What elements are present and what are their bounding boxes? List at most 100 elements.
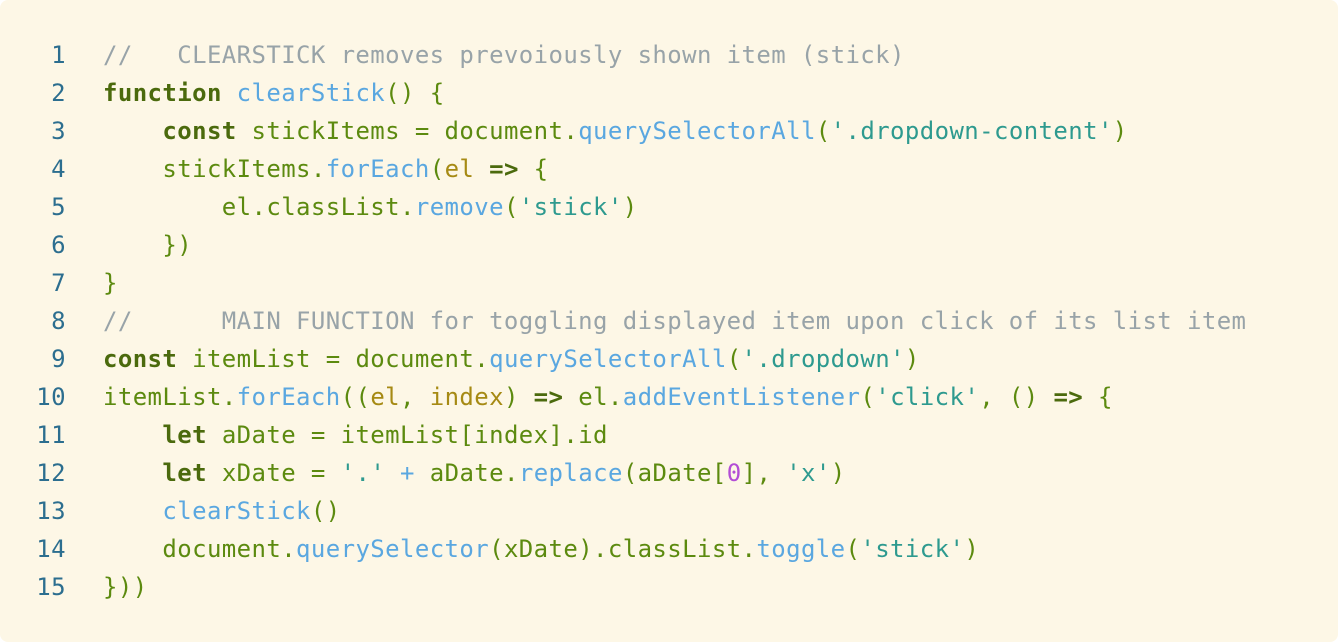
code-token: ) xyxy=(830,459,846,487)
code-token: document. xyxy=(103,535,297,563)
code-line: 2 function clearStick() { xyxy=(0,74,1338,112)
code-token: (xDate).classList. xyxy=(489,535,757,563)
code-token: let xyxy=(162,421,207,449)
code-text: const stickItems = document.querySelecto… xyxy=(103,112,1128,150)
code-line: 7} xyxy=(0,264,1338,302)
code-panel: 1 // CLEARSTICK removes prevoiously shown… xyxy=(0,0,1338,642)
code-token: '.dropdown-content' xyxy=(830,117,1113,145)
code-token: querySelectorAll xyxy=(489,345,727,373)
code-token: { xyxy=(1083,383,1113,411)
code-token: stickItems = document. xyxy=(236,117,579,145)
code-token: '.' xyxy=(340,459,386,487)
line-number: 2 xyxy=(51,79,66,107)
line-number: 13 xyxy=(36,497,66,525)
code-token: })) xyxy=(103,573,148,601)
code-token: el.classList. xyxy=(103,193,415,221)
code-token: => xyxy=(533,383,564,411)
code-token: 'stick' xyxy=(860,535,965,563)
code-text: let xDate = '.' + aDate.replace(aDate[0]… xyxy=(103,454,846,492)
code-line: 15})) xyxy=(0,568,1338,606)
code-token: itemList. xyxy=(103,383,237,411)
line-number: 14 xyxy=(36,535,66,563)
code-token: querySelector xyxy=(296,535,490,563)
code-text: // MAIN FUNCTION for toggling displayed … xyxy=(103,302,1246,340)
line-number: 1 xyxy=(51,41,66,69)
line-number: 3 xyxy=(51,117,66,145)
code-token: 'stick' xyxy=(518,193,623,221)
code-token: (( xyxy=(340,383,371,411)
code-token: forEach xyxy=(325,155,430,183)
code-token: xDate = xyxy=(206,459,341,487)
code-token: () { xyxy=(385,79,445,107)
code-token: // MAIN FUNCTION for toggling displayed … xyxy=(103,307,1247,335)
code-token: ) xyxy=(503,383,534,411)
code-token: index xyxy=(429,383,504,411)
line-number: 5 xyxy=(51,193,66,221)
code-token: toggle xyxy=(756,535,846,563)
line-number: 9 xyxy=(51,345,66,373)
code-token: // CLEARSTICK removes prevoiously shown … xyxy=(103,41,905,69)
code-line: 11 let aDate = itemList[index].id xyxy=(0,416,1338,454)
line-number: 11 xyxy=(36,421,66,449)
code-text: const itemList = document.querySelectorA… xyxy=(103,340,920,378)
line-number: 12 xyxy=(36,459,66,487)
code-token: stickItems. xyxy=(103,155,326,183)
code-line: 9 const itemList = document.querySelector… xyxy=(0,340,1338,378)
code-token: + xyxy=(400,459,415,487)
code-text: clearStick() xyxy=(103,492,341,530)
code-token: ( xyxy=(429,155,445,183)
code-token: => xyxy=(489,155,519,183)
code-text: })) xyxy=(103,568,148,606)
code-token: ) xyxy=(904,345,920,373)
code-text: }) xyxy=(103,226,192,264)
code-token: ) xyxy=(964,535,980,563)
code-token: , xyxy=(400,383,430,411)
code-token: const xyxy=(103,345,178,373)
code-token: el. xyxy=(563,383,623,411)
code-token: itemList = document. xyxy=(177,345,490,373)
code-text: itemList.forEach((el, index) => el.addEv… xyxy=(103,378,1113,416)
code-token: (aDate[ xyxy=(622,459,727,487)
code-token: }) xyxy=(103,231,193,259)
code-line: 12 let xDate = '.' + aDate.replace(aDate… xyxy=(0,454,1338,492)
code-text: document.querySelector(xDate).classList.… xyxy=(103,530,979,568)
code-token: el xyxy=(444,155,475,183)
code-token: querySelectorAll xyxy=(578,117,816,145)
code-token: aDate. xyxy=(414,459,519,487)
code-text: el.classList.remove('stick') xyxy=(103,188,638,226)
code-token: 'click' xyxy=(875,383,980,411)
code-line: 1 // CLEARSTICK removes prevoiously shown… xyxy=(0,36,1338,74)
code-line: 14 document.querySelector(xDate).classLi… xyxy=(0,530,1338,568)
line-number: 10 xyxy=(36,383,66,411)
code-text: let aDate = itemList[index].id xyxy=(103,416,608,454)
code-token: remove xyxy=(414,193,504,221)
code-token: el xyxy=(370,383,401,411)
code-line: 10 itemList.forEach((el, index) => el.add… xyxy=(0,378,1338,416)
code-token: ( xyxy=(726,345,742,373)
code-block: 1 // CLEARSTICK removes prevoiously shown… xyxy=(0,36,1338,606)
code-token: => xyxy=(1053,383,1084,411)
line-number: 7 xyxy=(51,269,66,297)
line-number: 15 xyxy=(36,573,66,601)
code-token: '.dropdown' xyxy=(741,345,905,373)
code-token: const xyxy=(162,117,237,145)
code-token: ) xyxy=(1112,117,1128,145)
code-token: 0 xyxy=(726,459,742,487)
code-line: 8 // MAIN FUNCTION for toggling displayed… xyxy=(0,302,1338,340)
code-token: replace xyxy=(518,459,623,487)
code-line: 6 }) xyxy=(0,226,1338,264)
code-token: function xyxy=(103,79,222,107)
code-token: ) xyxy=(622,193,638,221)
code-token: } xyxy=(103,269,118,297)
code-token: , () xyxy=(979,383,1054,411)
code-text: stickItems.forEach(el => { xyxy=(103,150,549,188)
code-text: } xyxy=(103,264,118,302)
code-token: 'x' xyxy=(786,459,831,487)
code-line: 13 clearStick() xyxy=(0,492,1338,530)
code-line: 5 el.classList.remove('stick') xyxy=(0,188,1338,226)
